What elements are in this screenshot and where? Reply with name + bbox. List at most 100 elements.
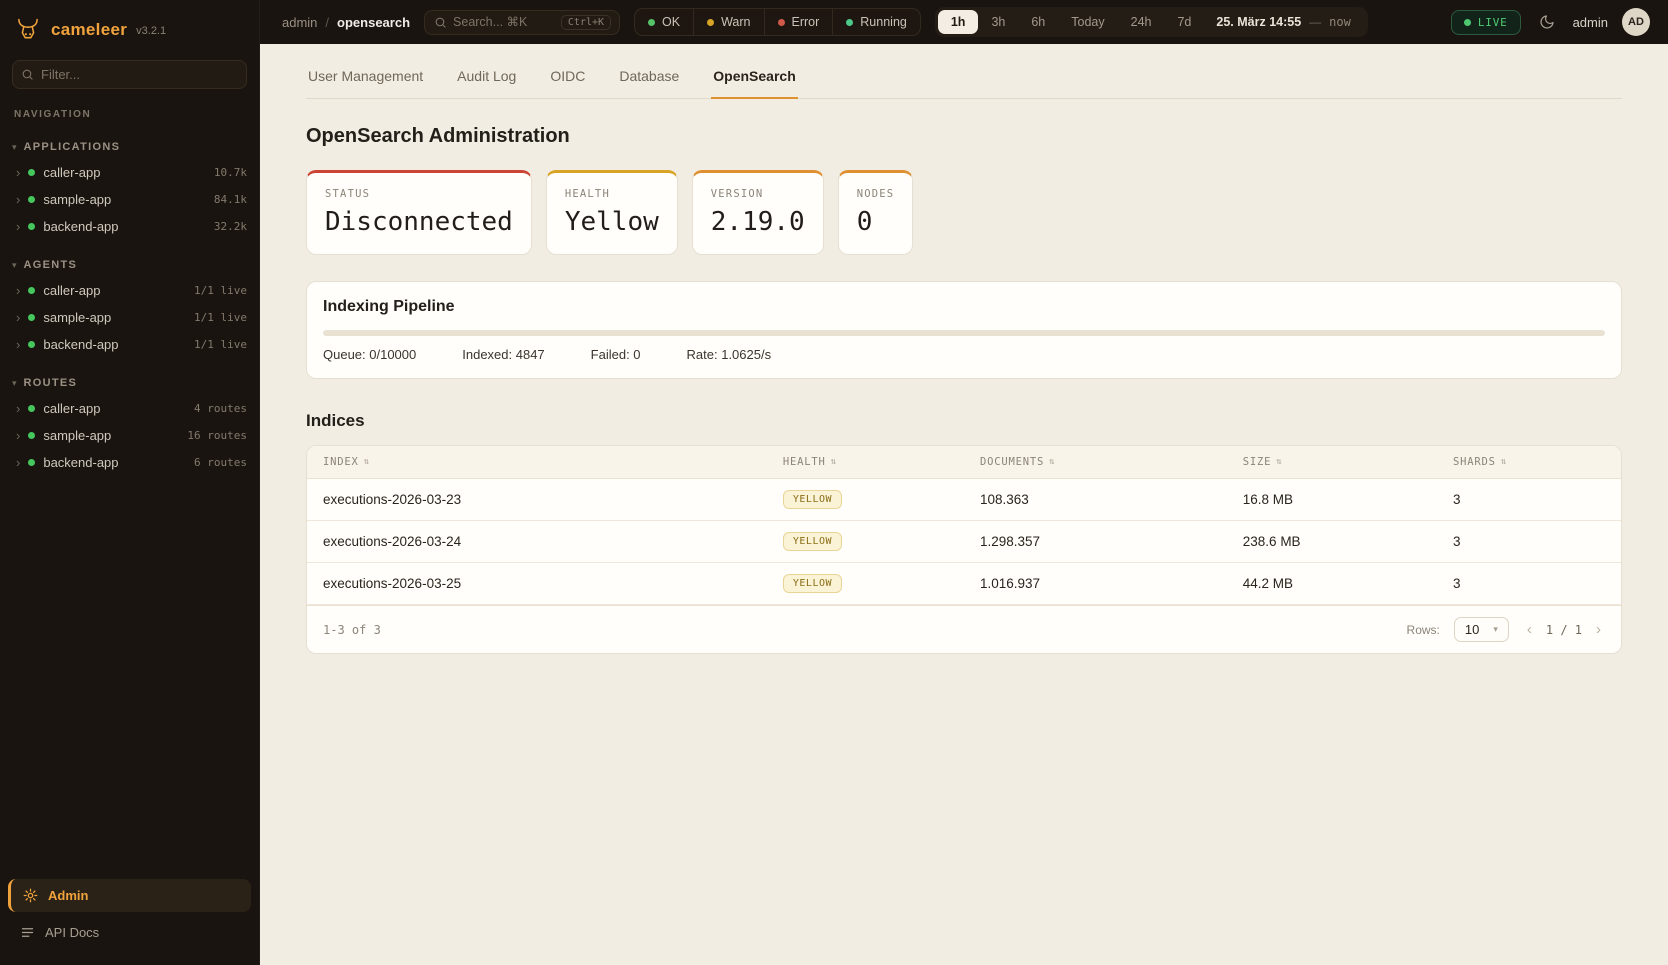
sidebar-item-app-caller[interactable]: › caller-app 10.7k xyxy=(0,159,259,186)
moon-icon xyxy=(1539,14,1555,30)
logo: cameleer v3.2.1 xyxy=(0,0,259,44)
sidebar-item-agent-backend[interactable]: › backend-app 1/1 live xyxy=(0,331,259,358)
indexing-pipeline-panel: Indexing Pipeline Queue: 0/10000 Indexed… xyxy=(306,281,1622,379)
section-header-agents[interactable]: ▾ AGENTS xyxy=(0,253,259,277)
nodes-card: NODES 0 xyxy=(838,170,914,255)
column-header-shards[interactable]: SHARDS ⇅ xyxy=(1437,446,1621,478)
cell-health: YELLOW xyxy=(767,479,964,520)
top-header: admin / opensearch Ctrl+K OK Warn xyxy=(260,0,1668,44)
column-header-index[interactable]: INDEX ⇅ xyxy=(307,446,767,478)
time-range-3h[interactable]: 3h xyxy=(978,10,1018,34)
health-badge: YELLOW xyxy=(783,490,842,509)
cell-health: YELLOW xyxy=(767,521,964,562)
section-label: APPLICATIONS xyxy=(24,141,121,153)
health-badge: YELLOW xyxy=(783,574,842,593)
caret-down-icon: ▾ xyxy=(12,142,17,153)
cell-documents: 108.363 xyxy=(964,481,1227,518)
filter-error-button[interactable]: Error xyxy=(765,9,834,35)
search-input[interactable] xyxy=(453,15,555,29)
breadcrumb: admin / opensearch xyxy=(282,15,410,30)
table-footer-right: Rows: 10 ▾ ‹ 1 / 1 › xyxy=(1407,617,1605,642)
tab-oidc[interactable]: OIDC xyxy=(548,56,587,99)
time-range-24h[interactable]: 24h xyxy=(1118,10,1165,34)
count-badge: 10.7k xyxy=(214,166,247,179)
tab-opensearch[interactable]: OpenSearch xyxy=(711,56,797,99)
tab-database[interactable]: Database xyxy=(617,56,681,99)
app-root: cameleer v3.2.1 NAVIGATION ▾ APPLICATION… xyxy=(0,0,1668,965)
nav-section-agents: ▾ AGENTS › caller-app 1/1 live › sample-… xyxy=(0,240,259,358)
column-header-size[interactable]: SIZE ⇅ xyxy=(1227,446,1437,478)
sidebar: cameleer v3.2.1 NAVIGATION ▾ APPLICATION… xyxy=(0,0,260,965)
health-badge: YELLOW xyxy=(783,532,842,551)
filter-running-button[interactable]: Running xyxy=(833,9,920,35)
warn-dot xyxy=(707,19,714,26)
card-label: NODES xyxy=(857,188,895,200)
health-card: HEALTH Yellow xyxy=(546,170,678,255)
pipeline-progress-bar xyxy=(323,330,1605,336)
prev-page-button[interactable]: ‹ xyxy=(1523,619,1536,640)
pagination: ‹ 1 / 1 › xyxy=(1523,619,1605,640)
indices-table: INDEX ⇅ HEALTH ⇅ DOCUMENTS ⇅ SIZE ⇅ xyxy=(306,445,1622,654)
sidebar-item-app-backend[interactable]: › backend-app 32.2k xyxy=(0,213,259,240)
count-badge: 32.2k xyxy=(214,220,247,233)
running-dot xyxy=(846,19,853,26)
time-range-display[interactable]: 25. März 14:55 — now xyxy=(1204,15,1364,29)
live-toggle[interactable]: LIVE xyxy=(1451,10,1521,35)
cell-index: executions-2026-03-24 xyxy=(307,523,767,560)
dark-mode-toggle[interactable] xyxy=(1535,10,1559,34)
live-dot xyxy=(1464,19,1471,26)
username: admin xyxy=(1573,15,1608,30)
sidebar-item-route-sample[interactable]: › sample-app 16 routes xyxy=(0,422,259,449)
status-dot xyxy=(28,223,35,230)
time-range-1h[interactable]: 1h xyxy=(938,10,979,34)
filter-input[interactable] xyxy=(12,60,247,89)
column-header-documents[interactable]: DOCUMENTS ⇅ xyxy=(964,446,1227,478)
sidebar-item-app-sample[interactable]: › sample-app 84.1k xyxy=(0,186,259,213)
cell-size: 44.2 MB xyxy=(1227,565,1437,602)
gear-icon xyxy=(23,888,38,903)
filter-ok-button[interactable]: OK xyxy=(635,9,694,35)
rows-per-page-label: Rows: xyxy=(1407,623,1440,637)
pipeline-title: Indexing Pipeline xyxy=(323,298,1605,316)
status-dot xyxy=(28,169,35,176)
table-row[interactable]: executions-2026-03-25 YELLOW 1.016.937 4… xyxy=(307,563,1621,605)
table-row[interactable]: executions-2026-03-24 YELLOW 1.298.357 2… xyxy=(307,521,1621,563)
status-filter-group: OK Warn Error Running xyxy=(634,8,921,36)
sidebar-item-agent-caller[interactable]: › caller-app 1/1 live xyxy=(0,277,259,304)
sidebar-item-admin[interactable]: Admin xyxy=(8,879,251,912)
chevron-down-icon: ▾ xyxy=(1493,624,1498,635)
time-range-6h[interactable]: 6h xyxy=(1018,10,1058,34)
sidebar-item-route-caller[interactable]: › caller-app 4 routes xyxy=(0,395,259,422)
card-value: 0 xyxy=(857,207,895,237)
sidebar-item-api-docs[interactable]: API Docs xyxy=(8,916,251,949)
table-header-row: INDEX ⇅ HEALTH ⇅ DOCUMENTS ⇅ SIZE ⇅ xyxy=(307,446,1621,479)
time-range-7d[interactable]: 7d xyxy=(1164,10,1204,34)
table-row[interactable]: executions-2026-03-23 YELLOW 108.363 16.… xyxy=(307,479,1621,521)
error-dot xyxy=(778,19,785,26)
date-separator: — xyxy=(1309,15,1321,29)
ok-dot xyxy=(648,19,655,26)
breadcrumb-admin[interactable]: admin xyxy=(282,15,317,30)
global-search[interactable]: Ctrl+K xyxy=(424,10,620,35)
nav-section-routes: ▾ ROUTES › caller-app 4 routes › sample-… xyxy=(0,358,259,476)
sidebar-item-route-backend[interactable]: › backend-app 6 routes xyxy=(0,449,259,476)
sort-icon: ⇅ xyxy=(831,457,837,467)
avatar[interactable]: AD xyxy=(1622,8,1650,36)
row-range: 1-3 of 3 xyxy=(323,623,381,637)
pipeline-queue: Queue: 0/10000 xyxy=(323,347,416,362)
live-badge: 1/1 live xyxy=(194,284,247,297)
section-header-applications[interactable]: ▾ APPLICATIONS xyxy=(0,135,259,159)
tab-user-management[interactable]: User Management xyxy=(306,56,425,99)
column-header-health[interactable]: HEALTH ⇅ xyxy=(767,446,964,478)
status-dot xyxy=(28,287,35,294)
filter-warn-button[interactable]: Warn xyxy=(694,9,764,35)
rows-per-page-select[interactable]: 10 ▾ xyxy=(1454,617,1509,642)
tab-audit-log[interactable]: Audit Log xyxy=(455,56,518,99)
next-page-button[interactable]: › xyxy=(1592,619,1605,640)
live-badge: 1/1 live xyxy=(194,338,247,351)
section-header-routes[interactable]: ▾ ROUTES xyxy=(0,371,259,395)
sidebar-item-agent-sample[interactable]: › sample-app 1/1 live xyxy=(0,304,259,331)
live-badge: 1/1 live xyxy=(194,311,247,324)
page-content: User Management Audit Log OIDC Database … xyxy=(260,44,1668,965)
time-range-today[interactable]: Today xyxy=(1058,10,1117,34)
